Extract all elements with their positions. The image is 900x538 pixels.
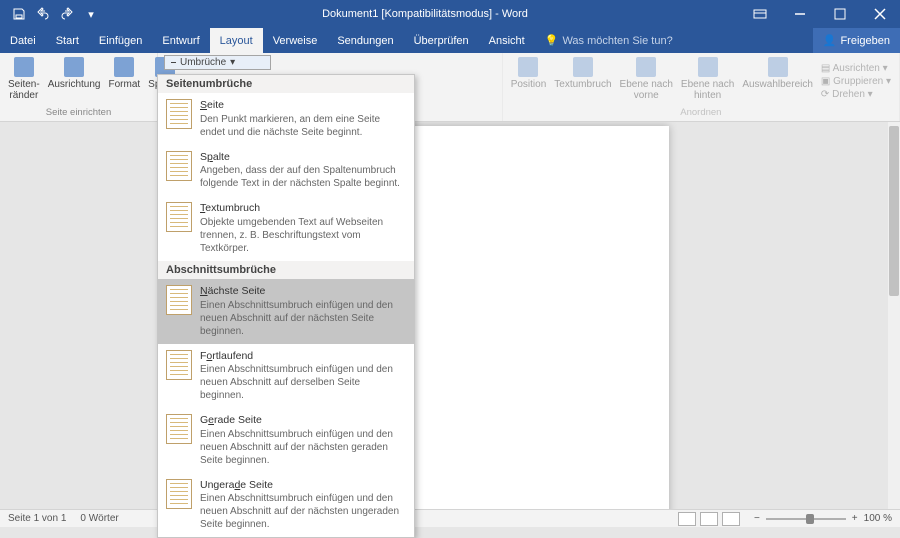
align-button: ▤ Ausrichten ▾	[821, 63, 891, 74]
continuous-icon	[166, 350, 192, 380]
margins-button[interactable]: Seiten- ränder	[4, 55, 44, 107]
margins-label: Seiten- ränder	[8, 79, 40, 101]
break-next-page-text: Nächste SeiteEinen Abschnittsumbruch ein…	[200, 285, 406, 338]
column-break-icon	[166, 151, 192, 181]
zoom-out-icon[interactable]: −	[754, 513, 760, 524]
tab-ansicht[interactable]: Ansicht	[479, 28, 535, 53]
tab-sendungen[interactable]: Sendungen	[327, 28, 403, 53]
status-page[interactable]: Seite 1 von 1	[8, 513, 66, 524]
save-icon[interactable]	[8, 3, 30, 25]
tab-start[interactable]: Start	[46, 28, 89, 53]
odd-page-icon	[166, 479, 192, 509]
break-column-text: SpalteAngeben, dass der auf den Spaltenu…	[200, 151, 406, 191]
document-area[interactable]	[0, 122, 888, 509]
group-arrange-label: Anordnen	[507, 107, 895, 119]
textwrap-icon	[573, 57, 593, 77]
ribbon-tabs: Datei Start Einfügen Entwurf Layout Verw…	[0, 28, 900, 53]
close-icon[interactable]	[860, 0, 900, 28]
tab-einfuegen[interactable]: Einfügen	[89, 28, 152, 53]
break-even-page-text: Gerade SeiteEinen Abschnittsumbruch einf…	[200, 414, 406, 467]
break-odd-page[interactable]: Ungerade SeiteEinen Abschnittsumbruch ei…	[158, 473, 414, 538]
zoom-slider[interactable]	[766, 518, 846, 520]
zoom-level[interactable]: 100 %	[864, 513, 892, 524]
maximize-icon[interactable]	[820, 0, 860, 28]
break-next-page[interactable]: Nächste SeiteEinen Abschnittsumbruch ein…	[158, 279, 414, 344]
ribbon: Seiten- ränder Ausrichtung Format Spalte…	[0, 53, 900, 122]
breaks-icon: ⎯	[171, 57, 176, 68]
ribbon-options-icon[interactable]	[740, 0, 780, 28]
size-button[interactable]: Format	[105, 55, 145, 107]
break-odd-page-text: Ungerade SeiteEinen Abschnittsumbruch ei…	[200, 479, 406, 532]
break-continuous-text: FortlaufendEinen Abschnittsumbruch einfü…	[200, 350, 406, 403]
tab-layout[interactable]: Layout	[210, 28, 263, 53]
selectionpane-icon	[768, 57, 788, 77]
lightbulb-icon: 💡	[545, 34, 559, 47]
tab-verweise[interactable]: Verweise	[263, 28, 328, 53]
tab-entwurf[interactable]: Entwurf	[152, 28, 209, 53]
textwrap-label: Textumbruch	[554, 79, 611, 90]
share-label: Freigeben	[840, 35, 890, 47]
even-page-icon	[166, 414, 192, 444]
qat-customize-icon[interactable]: ▾	[80, 3, 102, 25]
title-bar: ▾ Dokument1 [Kompatibilitätsmodus] - Wor…	[0, 0, 900, 28]
dropdown-section-sectionbreaks: Abschnittsumbrüche	[158, 261, 414, 279]
view-print-icon[interactable]	[700, 512, 718, 526]
breaks-button[interactable]: ⎯ Umbrüche ▾	[164, 55, 271, 70]
breaks-dropdown: Seitenumbrüche SeiteDen Punkt markieren,…	[157, 74, 415, 538]
break-textwrap-text: TextumbruchObjekte umgebenden Text auf W…	[200, 202, 406, 255]
selectionpane-label: Auswahlbereich	[742, 79, 813, 90]
size-label: Format	[109, 79, 141, 90]
orientation-button[interactable]: Ausrichtung	[44, 55, 105, 107]
view-web-icon[interactable]	[722, 512, 740, 526]
tab-ueberpruefen[interactable]: Überprüfen	[404, 28, 479, 53]
margins-icon	[14, 57, 34, 77]
bringfwd-icon	[636, 57, 656, 77]
bringfwd-label: Ebene nach vorne	[620, 79, 673, 101]
rotate-button: ⟳ Drehen ▾	[821, 89, 891, 100]
position-label: Position	[511, 79, 547, 90]
break-column[interactable]: SpalteAngeben, dass der auf den Spaltenu…	[158, 145, 414, 197]
sendback-label: Ebene nach hinten	[681, 79, 734, 101]
breaks-label: Umbrüche	[180, 57, 226, 68]
break-continuous[interactable]: FortlaufendEinen Abschnittsumbruch einfü…	[158, 344, 414, 409]
tab-datei[interactable]: Datei	[0, 28, 46, 53]
redo-icon[interactable]	[56, 3, 78, 25]
vertical-scrollbar[interactable]	[888, 122, 900, 509]
undo-icon[interactable]	[32, 3, 54, 25]
page-break-icon	[166, 99, 192, 129]
minimize-icon[interactable]	[780, 0, 820, 28]
group-button: ▣ Gruppieren ▾	[821, 76, 891, 87]
selectionpane-button[interactable]: Auswahlbereich	[738, 55, 817, 107]
position-button: Position	[507, 55, 551, 107]
next-page-icon	[166, 285, 192, 315]
bringfwd-button: Ebene nach vorne	[616, 55, 677, 107]
chevron-down-icon: ▾	[230, 57, 235, 68]
position-icon	[518, 57, 538, 77]
orientation-label: Ausrichtung	[48, 79, 101, 90]
textwrap-break-icon	[166, 202, 192, 232]
status-words[interactable]: 0 Wörter	[80, 513, 118, 524]
break-page[interactable]: SeiteDen Punkt markieren, an dem eine Se…	[158, 93, 414, 145]
person-icon: 👤	[823, 34, 837, 47]
sendback-button: Ebene nach hinten	[677, 55, 738, 107]
window-title: Dokument1 [Kompatibilitätsmodus] - Word	[110, 8, 740, 20]
group-pagesetup-label: Seite einrichten	[4, 107, 153, 119]
status-bar: Seite 1 von 1 0 Wörter − + 100 %	[0, 509, 900, 527]
scrollbar-thumb[interactable]	[889, 126, 899, 296]
size-icon	[114, 57, 134, 77]
textwrap-button: Textumbruch	[550, 55, 615, 107]
tell-me-search[interactable]: 💡 Was möchten Sie tun?	[535, 28, 683, 53]
view-read-icon[interactable]	[678, 512, 696, 526]
orientation-icon	[64, 57, 84, 77]
zoom-in-icon[interactable]: +	[852, 513, 858, 524]
sendback-icon	[698, 57, 718, 77]
break-page-text: SeiteDen Punkt markieren, an dem eine Se…	[200, 99, 406, 139]
break-even-page[interactable]: Gerade SeiteEinen Abschnittsumbruch einf…	[158, 408, 414, 473]
dropdown-section-pagebreaks: Seitenumbrüche	[158, 75, 414, 93]
share-button[interactable]: 👤 Freigeben	[813, 28, 900, 53]
tell-me-placeholder: Was möchten Sie tun?	[562, 35, 672, 47]
break-textwrap[interactable]: TextumbruchObjekte umgebenden Text auf W…	[158, 196, 414, 261]
